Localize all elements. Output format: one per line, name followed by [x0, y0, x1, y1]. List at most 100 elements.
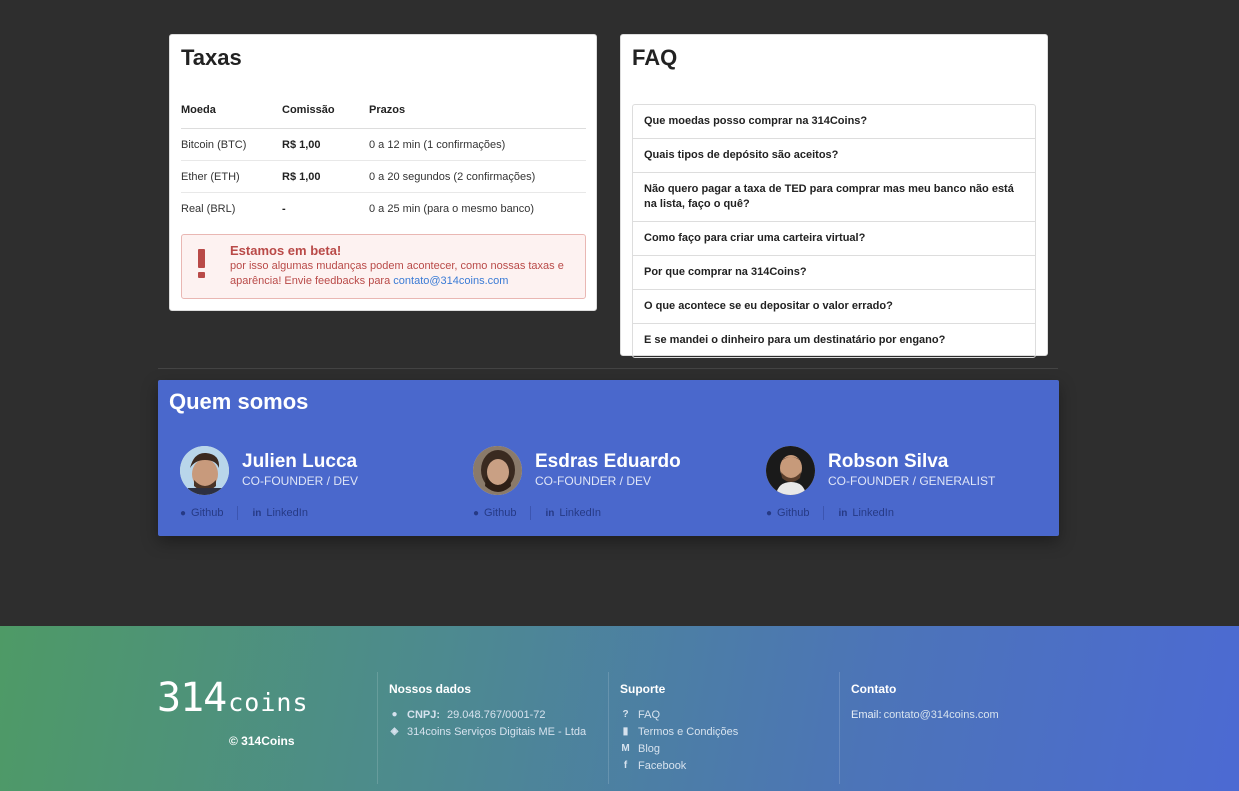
- logo-number: 314: [157, 675, 227, 721]
- col-comissao: Comissão: [282, 96, 369, 129]
- section-divider: [158, 368, 1058, 369]
- github-link[interactable]: ● Github: [766, 507, 809, 519]
- email-link[interactable]: contato@314coins.com: [884, 709, 999, 721]
- linkedin-icon: in: [252, 507, 262, 519]
- copyright: © 314Coins: [229, 734, 295, 748]
- beta-alert: Estamos em beta! por isso algumas mudanç…: [181, 234, 586, 299]
- nossos-dados-title: Nossos dados: [389, 682, 472, 696]
- moeda-cell: Real (BRL): [181, 202, 236, 215]
- faq-item[interactable]: Como faço para criar uma carteira virtua…: [633, 222, 1035, 256]
- prazo-cell: 0 a 25 min (para o mesmo banco): [369, 202, 535, 215]
- github-label: Github: [191, 507, 224, 520]
- cnpj-label: CNPJ:: [407, 708, 441, 721]
- taxas-table: Moeda Comissão Prazos Bitcoin (BTC) R$ 1…: [181, 96, 586, 225]
- cnpj-row: ● CNPJ: 29.048.767/0001-72: [389, 708, 607, 721]
- col-prazos: Prazos: [369, 96, 586, 129]
- avatar: [766, 446, 815, 495]
- table-row: Bitcoin (BTC) R$ 1,00 0 a 12 min (1 conf…: [181, 128, 586, 161]
- faq-list: Que moedas posso comprar na 314Coins? Qu…: [632, 104, 1036, 358]
- team-section: Quem somos Julien Lucca CO-FOUNDER / DEV…: [158, 380, 1059, 536]
- github-label: Github: [777, 507, 810, 520]
- linkedin-link[interactable]: in LinkedIn: [252, 507, 307, 519]
- blog-link[interactable]: M Blog: [620, 742, 838, 755]
- member-name: Esdras Eduardo: [535, 451, 681, 472]
- member-role: CO-FOUNDER / DEV: [535, 474, 652, 488]
- cnpj-value: 29.048.767/0001-72: [447, 708, 546, 721]
- logo-word: coins: [228, 688, 309, 717]
- beta-title: Estamos em beta!: [230, 243, 342, 258]
- contato-title: Contato: [851, 682, 897, 696]
- github-icon: ●: [766, 507, 773, 519]
- linkedin-link[interactable]: in LinkedIn: [838, 507, 893, 519]
- github-label: Github: [484, 507, 517, 520]
- moeda-cell: Ether (ETH): [181, 160, 282, 193]
- terms-link[interactable]: ▮ Termos e Condições: [620, 725, 838, 738]
- facebook-link-label[interactable]: Facebook: [638, 760, 686, 772]
- taxas-title: Taxas: [181, 45, 242, 70]
- footer: 314coins © 314Coins Nossos dados ● CNPJ:…: [0, 626, 1239, 791]
- moeda-cell: Bitcoin (BTC): [181, 128, 282, 161]
- github-link[interactable]: ● Github: [473, 507, 516, 519]
- linkedin-icon: in: [838, 507, 848, 519]
- member-role: CO-FOUNDER / GENERALIST: [828, 474, 996, 488]
- taxas-card: Taxas Moeda Comissão Prazos Bitcoin (BTC…: [169, 34, 597, 311]
- company-name: 314coins Serviços Digitais ME - Ltda: [407, 725, 587, 738]
- linkedin-link[interactable]: in LinkedIn: [545, 507, 600, 519]
- faq-link[interactable]: ? FAQ: [620, 708, 838, 721]
- faq-link-label[interactable]: FAQ: [638, 709, 660, 721]
- facebook-link[interactable]: f Facebook: [620, 759, 838, 772]
- member-name: Robson Silva: [828, 451, 949, 472]
- faq-item[interactable]: E se mandei o dinheiro para um destinatá…: [633, 324, 1035, 357]
- member-name: Julien Lucca: [242, 451, 358, 472]
- facebook-icon: f: [623, 760, 628, 771]
- avatar: [180, 446, 229, 495]
- faq-title: FAQ: [632, 45, 678, 70]
- footer-nossos-dados: Nossos dados ● CNPJ: 29.048.767/0001-72 …: [377, 672, 607, 784]
- member-links: ● Github in LinkedIn: [180, 506, 308, 520]
- file-icon: ▮: [622, 726, 629, 737]
- user-icon: ●: [391, 709, 398, 720]
- footer-suporte: Suporte ? FAQ ▮ Termos e Condições M Blog f…: [608, 672, 838, 784]
- prazo-cell: 0 a 12 min (1 confirmações): [369, 128, 586, 161]
- table-row: Ether (ETH) R$ 1,00 0 a 20 segundos (2 c…: [181, 160, 586, 193]
- logo[interactable]: 314coins: [157, 675, 309, 721]
- suporte-title: Suporte: [620, 682, 666, 696]
- comissao-cell: R$ 1,00: [282, 160, 369, 193]
- linkedin-label: LinkedIn: [266, 507, 308, 520]
- email-row: Email: contato@314coins.com: [851, 708, 1069, 721]
- cube-icon: ◈: [390, 726, 399, 737]
- member-links: ● Github in LinkedIn: [473, 506, 601, 520]
- team-member-julien: Julien Lucca CO-FOUNDER / DEV ● Github in L…: [180, 446, 470, 526]
- prazo-cell: 0 a 20 segundos (2 confirmações): [369, 160, 586, 193]
- github-icon: ●: [180, 507, 187, 519]
- col-moeda: Moeda: [181, 96, 282, 129]
- email-label: Email:: [851, 708, 882, 721]
- member-links: ● Github in LinkedIn: [766, 506, 894, 520]
- table-row: Real (BRL) - 0 a 25 min (para o mesmo ba…: [181, 193, 586, 225]
- exclamation-icon: [198, 249, 206, 279]
- faq-card: FAQ Que moedas posso comprar na 314Coins…: [620, 34, 1048, 358]
- github-icon: ●: [473, 507, 480, 519]
- member-role: CO-FOUNDER / DEV: [242, 474, 359, 488]
- faq-item[interactable]: Que moedas posso comprar na 314Coins?: [633, 105, 1035, 139]
- faq-item[interactable]: Não quero pagar a taxa de TED para compr…: [633, 173, 1035, 222]
- avatar: [473, 446, 522, 495]
- github-link[interactable]: ● Github: [180, 507, 223, 519]
- linkedin-label: LinkedIn: [559, 507, 601, 520]
- team-title: Quem somos: [169, 389, 309, 414]
- faq-item[interactable]: O que acontece se eu depositar o valor e…: [633, 290, 1035, 324]
- question-icon: ?: [622, 709, 629, 720]
- linkedin-label: LinkedIn: [852, 507, 894, 520]
- medium-icon: M: [621, 743, 630, 754]
- faq-item[interactable]: Por que comprar na 314Coins?: [633, 256, 1035, 290]
- blog-link-label[interactable]: Blog: [638, 743, 660, 755]
- comissao-cell: -: [282, 202, 286, 215]
- comissao-cell: R$ 1,00: [282, 128, 369, 161]
- linkedin-icon: in: [545, 507, 555, 519]
- beta-text: por isso algumas mudanças podem acontece…: [230, 259, 570, 289]
- terms-link-label[interactable]: Termos e Condições: [638, 726, 738, 738]
- team-member-robson: Robson Silva CO-FOUNDER / GENERALIST ● Gi…: [766, 446, 1056, 526]
- faq-item[interactable]: Quais tipos de depósito são aceitos?: [633, 139, 1035, 173]
- beta-email-link[interactable]: contato@314coins.com: [393, 275, 508, 287]
- footer-contato: Contato Email: contato@314coins.com: [839, 672, 1069, 784]
